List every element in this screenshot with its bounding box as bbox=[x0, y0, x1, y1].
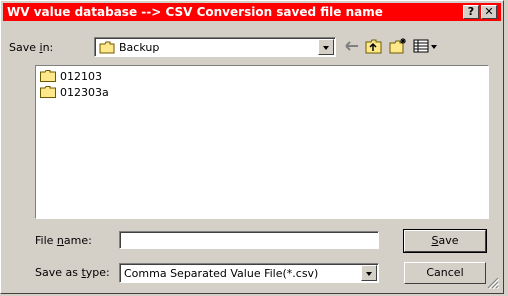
save-in-label: Save in: bbox=[9, 41, 54, 54]
up-folder-icon[interactable] bbox=[365, 37, 383, 55]
save-as-type-dropdown[interactable]: Comma Separated Value File(*.csv) bbox=[119, 263, 379, 283]
view-menu-icon[interactable] bbox=[413, 37, 439, 55]
folder-icon bbox=[40, 86, 56, 98]
file-name-label: File name: bbox=[35, 234, 92, 247]
cancel-button[interactable]: Cancel bbox=[404, 262, 486, 284]
back-arrow-icon[interactable] bbox=[343, 37, 361, 55]
save-in-value: Backup bbox=[119, 41, 160, 54]
help-button[interactable]: ? bbox=[463, 5, 479, 19]
file-name: 012303a bbox=[60, 86, 109, 99]
chevron-down-icon[interactable] bbox=[318, 39, 334, 55]
close-button[interactable]: ✕ bbox=[481, 5, 497, 19]
file-name: 012103 bbox=[60, 70, 102, 83]
file-list[interactable]: 012103 012303a bbox=[35, 65, 489, 219]
folder-icon bbox=[40, 70, 56, 82]
folder-icon bbox=[99, 41, 115, 54]
window-title: WV value database --> CSV Conversion sav… bbox=[7, 5, 383, 19]
save-dialog: WV value database --> CSV Conversion sav… bbox=[0, 0, 504, 294]
file-name-input[interactable] bbox=[119, 231, 379, 249]
save-as-type-label: Save as type: bbox=[35, 266, 110, 279]
resize-grip-icon[interactable] bbox=[487, 277, 499, 289]
title-bar[interactable]: WV value database --> CSV Conversion sav… bbox=[3, 3, 501, 21]
save-in-dropdown[interactable]: Backup bbox=[94, 37, 336, 57]
new-folder-icon[interactable] bbox=[389, 37, 407, 55]
chevron-down-icon[interactable] bbox=[361, 265, 377, 281]
save-button[interactable]: Save bbox=[403, 229, 487, 253]
